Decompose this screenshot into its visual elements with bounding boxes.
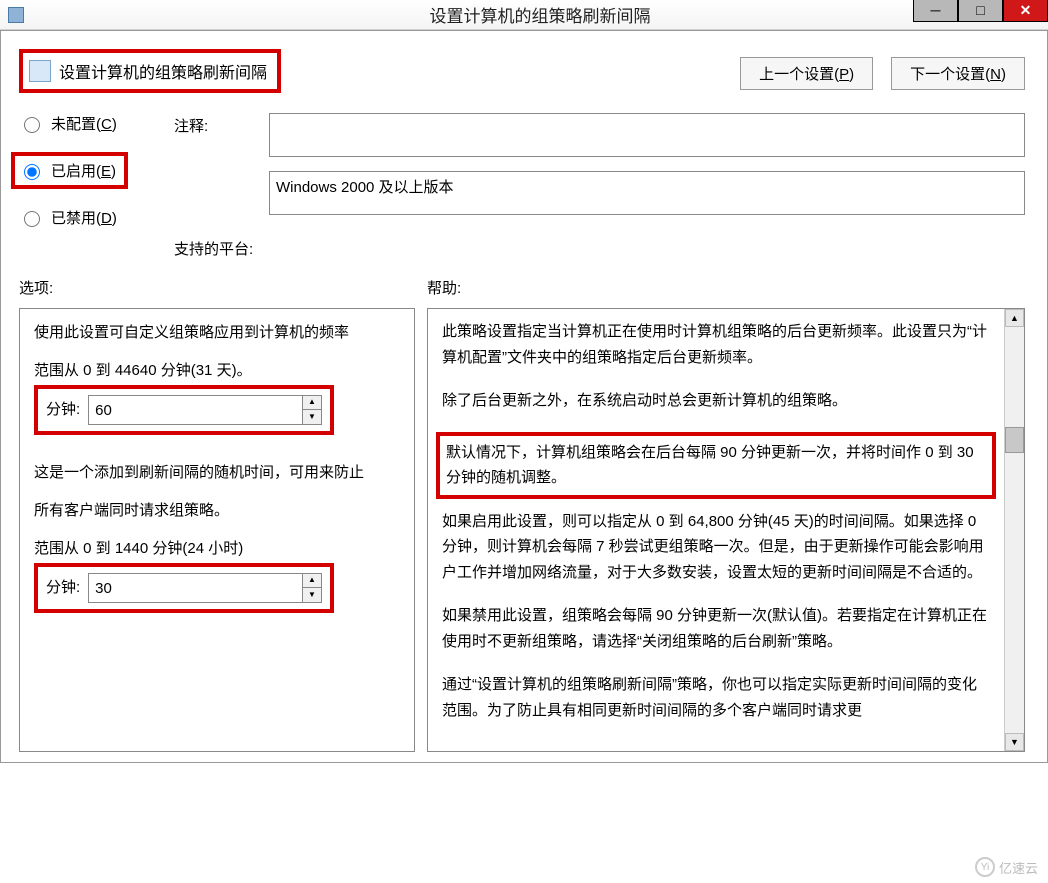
radio-enabled-highlight: 已启用(E) — [11, 152, 128, 189]
offset-input[interactable] — [88, 573, 302, 603]
config-row: 未配置(C) 已启用(E) 已禁用(D) 注释: 支持的平台: Windows … — [19, 113, 1025, 259]
radio-not-configured[interactable]: 未配置(C) — [19, 113, 174, 134]
radio-enabled-input[interactable] — [24, 164, 40, 180]
radio-enabled[interactable]: 已启用(E) — [19, 160, 116, 181]
radio-disabled-input[interactable] — [24, 211, 40, 227]
comment-label: 注释: — [174, 115, 269, 136]
help-p5: 通过“设置计算机的组策略刷新间隔”策略，你也可以指定实际更新时间间隔的变化范围。… — [442, 672, 990, 723]
supported-label: 支持的平台: — [174, 238, 269, 259]
header-row: 设置计算机的组策略刷新间隔 上一个设置(P) 下一个设置(N) — [19, 49, 1025, 93]
offset-spinner: ▲ ▼ — [88, 573, 322, 603]
scroll-track[interactable] — [1005, 453, 1024, 733]
scroll-up-arrow[interactable]: ▲ — [1005, 309, 1024, 327]
minimize-button[interactable]: ─ — [913, 0, 958, 22]
options-range1: 范围从 0 到 44640 分钟(31 天)。 — [34, 359, 400, 383]
maximize-button[interactable]: □ — [958, 0, 1003, 22]
previous-setting-button[interactable]: 上一个设置(P) — [740, 57, 873, 90]
watermark-text: 亿速云 — [999, 858, 1038, 877]
dialog-client: 设置计算机的组策略刷新间隔 上一个设置(P) 下一个设置(N) 未配置(C) 已… — [0, 30, 1048, 763]
offset-up-button[interactable]: ▲ — [303, 574, 321, 588]
interval-input[interactable] — [88, 395, 302, 425]
options-intro: 使用此设置可自定义组策略应用到计算机的频率 — [34, 321, 400, 345]
interval-spinner: ▲ ▼ — [88, 395, 322, 425]
interval-minutes-label: 分钟: — [46, 398, 80, 422]
options-range2: 范围从 0 到 1440 分钟(24 小时) — [34, 537, 400, 561]
policy-title-box: 设置计算机的组策略刷新间隔 — [19, 49, 281, 93]
help-panel: 此策略设置指定当计算机正在使用时计算机组策略的后台更新频率。此设置只为“计算机配… — [427, 308, 1025, 752]
supported-platform-textarea[interactable]: Windows 2000 及以上版本 — [269, 171, 1025, 215]
window-title: 设置计算机的组策略刷新间隔 — [32, 2, 1048, 27]
watermark: Yi 亿速云 — [975, 857, 1038, 877]
comment-textarea[interactable] — [269, 113, 1025, 157]
field-labels: 注释: 支持的平台: — [174, 113, 269, 259]
help-section-label: 帮助: — [427, 277, 461, 298]
window-controls: ─ □ ✕ — [913, 0, 1048, 22]
scroll-down-arrow[interactable]: ▼ — [1005, 733, 1024, 751]
policy-title-text: 设置计算机的组策略刷新间隔 — [59, 59, 267, 83]
radio-not-configured-input[interactable] — [24, 117, 40, 133]
options-random-intro: 这是一个添加到刷新间隔的随机时间，可用来防止 — [34, 461, 400, 485]
app-icon — [8, 7, 24, 23]
section-labels: 选项: 帮助: — [19, 277, 1025, 298]
nav-buttons: 上一个设置(P) 下一个设置(N) — [740, 57, 1025, 90]
help-p2: 除了后台更新之外，在系统启动时总会更新计算机的组策略。 — [442, 388, 990, 414]
titlebar: 设置计算机的组策略刷新间隔 ─ □ ✕ — [0, 0, 1048, 30]
state-radios: 未配置(C) 已启用(E) 已禁用(D) — [19, 113, 174, 246]
scroll-thumb[interactable] — [1005, 427, 1024, 453]
help-p1: 此策略设置指定当计算机正在使用时计算机组策略的后台更新频率。此设置只为“计算机配… — [442, 319, 990, 370]
help-content: 此策略设置指定当计算机正在使用时计算机组策略的后台更新频率。此设置只为“计算机配… — [428, 309, 1004, 751]
policy-editor-icon — [29, 60, 51, 82]
interval-up-button[interactable]: ▲ — [303, 396, 321, 410]
help-highlight-box: 默认情况下，计算机组策略会在后台每隔 90 分钟更新一次，并将时间作 0 到 3… — [436, 432, 996, 499]
panels: 使用此设置可自定义组策略应用到计算机的频率 范围从 0 到 44640 分钟(3… — [19, 308, 1025, 752]
offset-spinner-box: 分钟: ▲ ▼ — [34, 563, 334, 613]
help-scrollbar[interactable]: ▲ ▼ — [1004, 309, 1024, 751]
help-highlight-text: 默认情况下，计算机组策略会在后台每隔 90 分钟更新一次，并将时间作 0 到 3… — [446, 444, 974, 487]
options-section-label: 选项: — [19, 277, 427, 298]
help-p4: 如果禁用此设置，组策略会每隔 90 分钟更新一次(默认值)。若要指定在计算机正在… — [442, 603, 990, 654]
interval-spinner-buttons: ▲ ▼ — [302, 395, 322, 425]
interval-down-button[interactable]: ▼ — [303, 410, 321, 424]
help-p3: 如果启用此设置，则可以指定从 0 到 64,800 分钟(45 天)的时间间隔。… — [442, 509, 990, 586]
offset-down-button[interactable]: ▼ — [303, 588, 321, 602]
offset-minutes-label: 分钟: — [46, 576, 80, 600]
interval-spinner-box: 分钟: ▲ ▼ — [34, 385, 334, 435]
next-setting-button[interactable]: 下一个设置(N) — [891, 57, 1025, 90]
close-button[interactable]: ✕ — [1003, 0, 1048, 22]
field-inputs: Windows 2000 及以上版本 — [269, 113, 1025, 215]
offset-spinner-buttons: ▲ ▼ — [302, 573, 322, 603]
options-random-line2: 所有客户端同时请求组策略。 — [34, 499, 400, 523]
options-panel: 使用此设置可自定义组策略应用到计算机的频率 范围从 0 到 44640 分钟(3… — [19, 308, 415, 752]
watermark-icon: Yi — [975, 857, 995, 877]
radio-disabled[interactable]: 已禁用(D) — [19, 207, 174, 228]
